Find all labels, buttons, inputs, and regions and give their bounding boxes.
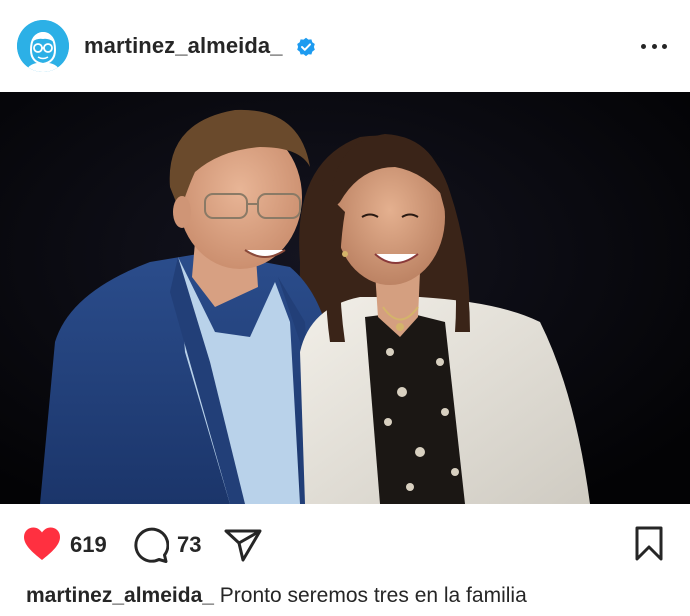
post-header: martinez_almeida_ [0, 0, 690, 92]
like-count[interactable]: 619 [70, 532, 107, 558]
more-dot [662, 43, 667, 49]
post-username[interactable]: martinez_almeida_ [84, 33, 283, 59]
post-caption: martinez_almeida_ Pronto seremos tres en… [26, 584, 527, 608]
more-dot [651, 43, 657, 49]
more-dot [641, 43, 646, 49]
caption-username[interactable]: martinez_almeida_ [26, 584, 214, 607]
more-options-icon[interactable] [638, 34, 670, 58]
comment-count[interactable]: 73 [177, 532, 201, 558]
post-actions-bar: 619 73 [0, 520, 690, 568]
avatar-cartoon-icon [17, 20, 69, 72]
bookmark-icon[interactable] [634, 526, 664, 562]
post-photo[interactable] [0, 92, 690, 504]
heart-icon[interactable] [22, 526, 62, 562]
verified-badge-icon [297, 37, 315, 57]
comment-icon[interactable] [131, 526, 169, 564]
profile-avatar[interactable] [17, 20, 69, 72]
send-icon[interactable] [224, 528, 262, 562]
couple-photo [0, 92, 690, 504]
caption-text: Pronto seremos tres en la familia [219, 584, 527, 607]
